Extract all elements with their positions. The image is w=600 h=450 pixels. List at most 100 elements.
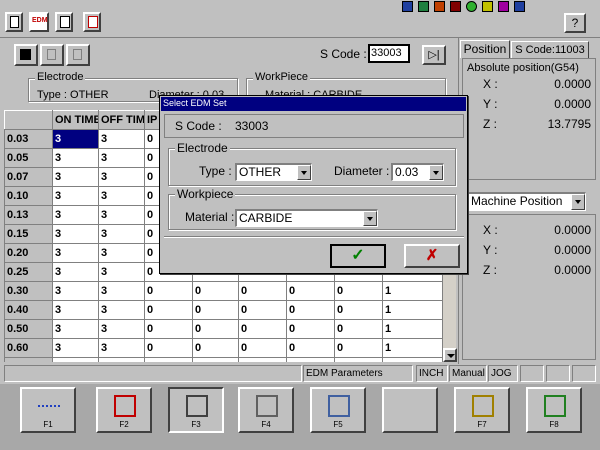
table-row[interactable]: 0.40 3 3 0 0 0 0 0 1 xyxy=(4,300,442,320)
table-cell[interactable]: 3 xyxy=(52,205,99,225)
table-cell[interactable]: 0 xyxy=(238,300,287,320)
row-header[interactable]: 0.70 xyxy=(4,357,53,362)
table-cell[interactable]: 0 xyxy=(238,281,287,301)
table-cell[interactable]: 0 xyxy=(334,281,383,301)
table-cell[interactable]: 1 xyxy=(382,319,442,339)
close-icon[interactable] xyxy=(514,1,525,12)
function-key-f8[interactable]: F8 xyxy=(526,387,582,433)
table-cell[interactable]: 1 xyxy=(382,338,442,358)
table-cell[interactable]: 3 xyxy=(52,262,99,282)
dialog-ok-button[interactable]: ✓ xyxy=(330,244,386,268)
toolbar-edm-button[interactable]: EDM xyxy=(29,12,49,32)
globe-icon[interactable] xyxy=(466,1,477,12)
table-cell[interactable]: 0 xyxy=(334,319,383,339)
function-key-f3[interactable]: F3 xyxy=(168,387,224,433)
table-cell[interactable]: 0 xyxy=(286,357,335,362)
table-cell[interactable]: 0 xyxy=(238,319,287,339)
row-header[interactable]: 0.15 xyxy=(4,224,53,244)
table-cell[interactable]: 3 xyxy=(52,129,99,149)
row-header[interactable]: 0.07 xyxy=(4,167,53,187)
table-cell[interactable]: 0 xyxy=(334,338,383,358)
copy-button[interactable] xyxy=(40,44,64,66)
machine-position-select[interactable]: Machine Position xyxy=(467,192,586,211)
table-cell[interactable]: 3 xyxy=(98,224,145,244)
toolbar-calculator-button[interactable] xyxy=(55,12,73,32)
scode-go-button[interactable]: ▷| xyxy=(422,45,446,65)
table-cell[interactable]: 0 xyxy=(144,338,193,358)
save-button[interactable] xyxy=(14,44,38,66)
table-cell[interactable]: 1 xyxy=(382,281,442,301)
dialog-cancel-button[interactable]: ✗ xyxy=(404,244,460,268)
table-cell[interactable]: 3 xyxy=(52,281,99,301)
scode-input[interactable]: 33003 xyxy=(368,44,410,63)
table-cell[interactable]: 3 xyxy=(52,300,99,320)
table-cell[interactable]: 3 xyxy=(52,224,99,244)
paint-icon[interactable] xyxy=(482,1,493,12)
row-header[interactable]: 0.30 xyxy=(4,281,53,301)
tab-position[interactable]: Position xyxy=(460,40,510,58)
table-row[interactable]: 0.30 3 3 0 0 0 0 0 1 xyxy=(4,281,442,301)
table-cell[interactable]: 0 xyxy=(192,338,239,358)
help-button[interactable]: ? xyxy=(564,13,586,33)
table-cell[interactable]: 3 xyxy=(98,319,145,339)
table-cell[interactable]: 1 xyxy=(382,357,442,362)
table-cell[interactable]: 0 xyxy=(334,300,383,320)
function-key-f1[interactable]: F1 xyxy=(20,387,76,433)
row-header[interactable]: 0.13 xyxy=(4,205,53,225)
table-cell[interactable]: 3 xyxy=(98,129,145,149)
function-key-f4[interactable]: F4 xyxy=(238,387,294,433)
powerpoint-icon[interactable] xyxy=(434,1,445,12)
function-key-f7[interactable]: F7 xyxy=(454,387,510,433)
toolbar-document-button[interactable] xyxy=(5,12,23,32)
row-header[interactable]: 0.10 xyxy=(4,186,53,206)
table-cell[interactable]: 3 xyxy=(98,262,145,282)
table-cell[interactable]: 3 xyxy=(98,205,145,225)
dialog-material-select[interactable]: CARBIDE xyxy=(235,209,378,227)
table-cell[interactable]: 3 xyxy=(52,243,99,263)
function-key-blank[interactable] xyxy=(382,387,438,433)
row-header[interactable]: 0.40 xyxy=(4,300,53,320)
table-cell[interactable]: 0 xyxy=(286,281,335,301)
access-icon[interactable] xyxy=(450,1,461,12)
table-cell[interactable]: 3 xyxy=(98,357,145,362)
tab-scode[interactable]: S Code:11003 xyxy=(511,41,589,58)
table-cell[interactable]: 0 xyxy=(286,319,335,339)
table-cell[interactable]: 0 xyxy=(192,319,239,339)
table-cell[interactable]: 3 xyxy=(52,319,99,339)
table-cell[interactable]: 0 xyxy=(286,300,335,320)
dialog-diameter-select[interactable]: 0.03 xyxy=(391,163,444,181)
row-header[interactable]: 0.50 xyxy=(4,319,53,339)
table-cell[interactable]: 0 xyxy=(192,300,239,320)
table-cell[interactable]: 3 xyxy=(52,148,99,168)
row-header[interactable]: 0.60 xyxy=(4,338,53,358)
scroll-down-button[interactable] xyxy=(443,348,457,362)
row-header[interactable]: 0.20 xyxy=(4,243,53,263)
table-cell[interactable]: 3 xyxy=(52,357,99,362)
table-cell[interactable]: 3 xyxy=(52,186,99,206)
excel-icon[interactable] xyxy=(418,1,429,12)
table-cell[interactable]: 3 xyxy=(52,338,99,358)
table-cell[interactable]: 0 xyxy=(144,300,193,320)
row-header[interactable]: 0.25 xyxy=(4,262,53,282)
table-cell[interactable]: 0 xyxy=(238,338,287,358)
chart-icon[interactable] xyxy=(498,1,509,12)
table-cell[interactable]: 3 xyxy=(52,167,99,187)
function-key-f2[interactable]: F2 xyxy=(96,387,152,433)
table-cell[interactable]: 0 xyxy=(334,357,383,362)
dialog-title-bar[interactable]: Select EDM Set xyxy=(161,97,466,111)
table-cell[interactable]: 3 xyxy=(98,338,145,358)
table-cell[interactable]: 0 xyxy=(192,357,239,362)
table-row[interactable]: 0.60 3 3 0 0 0 0 0 1 xyxy=(4,338,442,358)
table-cell[interactable]: 0 xyxy=(286,338,335,358)
table-cell[interactable]: 3 xyxy=(98,243,145,263)
dialog-type-select[interactable]: OTHER xyxy=(235,163,312,181)
row-header[interactable]: 0.03 xyxy=(4,129,53,149)
toolbar-table-button[interactable] xyxy=(83,12,101,32)
table-cell[interactable]: 3 xyxy=(98,167,145,187)
function-key-f5[interactable]: F5 xyxy=(310,387,366,433)
table-cell[interactable]: 3 xyxy=(98,148,145,168)
table-cell[interactable]: 3 xyxy=(98,300,145,320)
paste-button[interactable] xyxy=(66,44,90,66)
table-cell[interactable]: 3 xyxy=(98,186,145,206)
table-cell[interactable]: 0 xyxy=(144,357,193,362)
